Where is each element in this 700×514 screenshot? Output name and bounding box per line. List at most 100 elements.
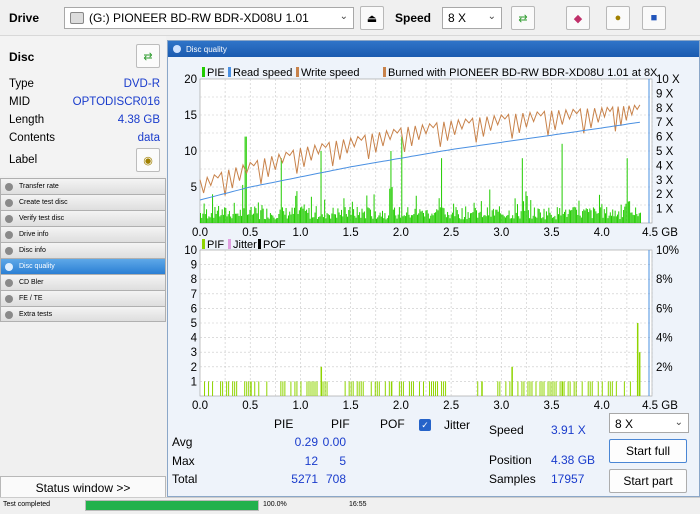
- pie-bar: [326, 213, 328, 223]
- pif-bar: [505, 381, 507, 396]
- nav-extra-tests[interactable]: Extra tests: [0, 306, 166, 322]
- pie-bar: [561, 143, 563, 223]
- pif-bar: [282, 381, 284, 396]
- avg-pif-value: 0.00: [322, 435, 346, 449]
- pie-bar: [365, 218, 367, 223]
- nav-drive-info[interactable]: Drive info: [0, 226, 166, 242]
- label-icon: ◉: [143, 154, 153, 167]
- pie-bar: [373, 194, 375, 223]
- disc-mid-value: OPTODISCR016: [72, 96, 160, 108]
- pie-bar: [492, 208, 494, 223]
- pif-bar: [573, 381, 575, 396]
- pif-bar: [296, 381, 298, 396]
- pie-bar: [402, 216, 404, 223]
- pie-bar: [551, 217, 553, 223]
- nav-disc-quality[interactable]: Disc quality: [0, 258, 166, 274]
- pie-bar: [415, 195, 417, 223]
- position-value: 4.38 GB: [551, 453, 596, 467]
- pif-bar: [433, 381, 435, 396]
- speed-select[interactable]: 8 X ⌄: [442, 7, 502, 29]
- x-tick-label: 1.0: [292, 400, 308, 412]
- disc-info-panel: Disc ⇄ Type DVD-R MID OPTODISCR016 Lengt…: [0, 36, 166, 176]
- pie-bar: [232, 214, 234, 223]
- pie-bar: [639, 212, 641, 223]
- y2-tick-label: 5 X: [656, 146, 674, 158]
- pie-bar: [301, 206, 303, 223]
- pie-bar: [310, 196, 312, 223]
- nav-fe-te[interactable]: FE / TE: [0, 290, 166, 306]
- pie-bar: [490, 216, 492, 223]
- nav-label: FE / TE: [19, 295, 43, 302]
- disc-label-key: Label: [9, 154, 38, 166]
- pif-bar: [208, 381, 210, 396]
- drive-select[interactable]: (G:) PIONEER BD-RW BDR-XD08U 1.01 ⌄: [64, 7, 354, 29]
- refresh-speed-button[interactable]: ⇄: [511, 6, 535, 30]
- pie-bar: [218, 205, 220, 223]
- chevron-down-icon: ⌄: [674, 417, 683, 428]
- legend-pif-swatch: [202, 239, 205, 249]
- x-tick-label: 2.5: [443, 227, 459, 239]
- progress-fill: [86, 501, 258, 510]
- pie-bar: [432, 215, 434, 223]
- jitter-checkbox[interactable]: ✓: [419, 419, 431, 431]
- charts-area: 0.0 0.5 1.0 1.5 2.0 2.5 3.0 3.5 4.0 4.5 GB5101520…: [184, 67, 680, 412]
- erase-button[interactable]: ◆: [566, 6, 590, 30]
- pie-bar: [429, 218, 431, 223]
- pie-chart: 0.0 0.5 1.0 1.5 2.0 2.5 3.0 3.5 4.0 4.5 GB 5 10 15 20…: [184, 67, 680, 239]
- nav-verify-test-disc[interactable]: Verify test disc: [0, 210, 166, 226]
- pif-bar: [378, 381, 380, 396]
- nav-create-test-disc[interactable]: Create test disc: [0, 194, 166, 210]
- pif-bar: [569, 381, 571, 396]
- pif-bar: [559, 381, 561, 396]
- progress-bar: [85, 500, 259, 511]
- y2-tick-label: 10%: [656, 245, 679, 257]
- pif-bar: [402, 381, 404, 396]
- pie-bar: [398, 207, 400, 223]
- pie-bar: [312, 217, 314, 223]
- x-tick-label: 0.0: [192, 227, 208, 239]
- nav-cd-bler[interactable]: CD Bler: [0, 274, 166, 290]
- pie-bar: [321, 214, 323, 223]
- pie-bar: [568, 209, 570, 223]
- pie-bar: [298, 210, 300, 223]
- pif-bar: [477, 381, 479, 396]
- x-tick-label: 2.5: [443, 400, 459, 412]
- y2-tick-label: 6 X: [656, 132, 674, 144]
- disc-label-button[interactable]: ◉: [136, 148, 160, 172]
- copy-button[interactable]: ●: [606, 6, 630, 30]
- pie-bar: [451, 212, 453, 223]
- test-speed-select[interactable]: 8 X ⌄: [609, 413, 689, 433]
- pie-bar: [579, 215, 581, 223]
- y2-tick-label: 8%: [656, 274, 673, 286]
- pie-bar: [260, 210, 262, 223]
- save-button[interactable]: ■: [642, 6, 666, 30]
- extra-tests-icon: [5, 311, 13, 319]
- pie-bar: [291, 207, 293, 223]
- nav-transfer-rate[interactable]: Transfer rate: [0, 178, 166, 194]
- pie-bar: [632, 214, 634, 223]
- legend-pif: PIF: [207, 239, 224, 251]
- pie-bar: [612, 209, 614, 223]
- pif-bar: [308, 381, 310, 396]
- start-full-button[interactable]: Start full: [609, 439, 687, 463]
- pie-bar: [368, 208, 370, 223]
- pie-bar: [268, 218, 270, 223]
- pie-bar: [545, 211, 547, 223]
- pie-bar: [565, 209, 567, 223]
- pif-bar: [431, 381, 433, 396]
- disc-refresh-button[interactable]: ⇄: [136, 44, 160, 68]
- nav-disc-info[interactable]: Disc info: [0, 242, 166, 258]
- speed-stat-value: 3.91 X: [551, 423, 586, 437]
- pie-bar: [473, 202, 475, 223]
- pif-bar: [350, 381, 352, 396]
- start-part-button[interactable]: Start part: [609, 469, 687, 493]
- pie-bar: [362, 212, 364, 223]
- eject-button[interactable]: ⏏: [360, 6, 384, 30]
- pif-bar: [418, 381, 420, 396]
- pie-bar: [529, 218, 531, 223]
- pie-bar: [227, 214, 229, 223]
- pie-bar: [438, 198, 440, 223]
- pif-bar: [499, 381, 501, 396]
- pif-bar: [204, 381, 206, 396]
- pie-bar: [504, 217, 506, 223]
